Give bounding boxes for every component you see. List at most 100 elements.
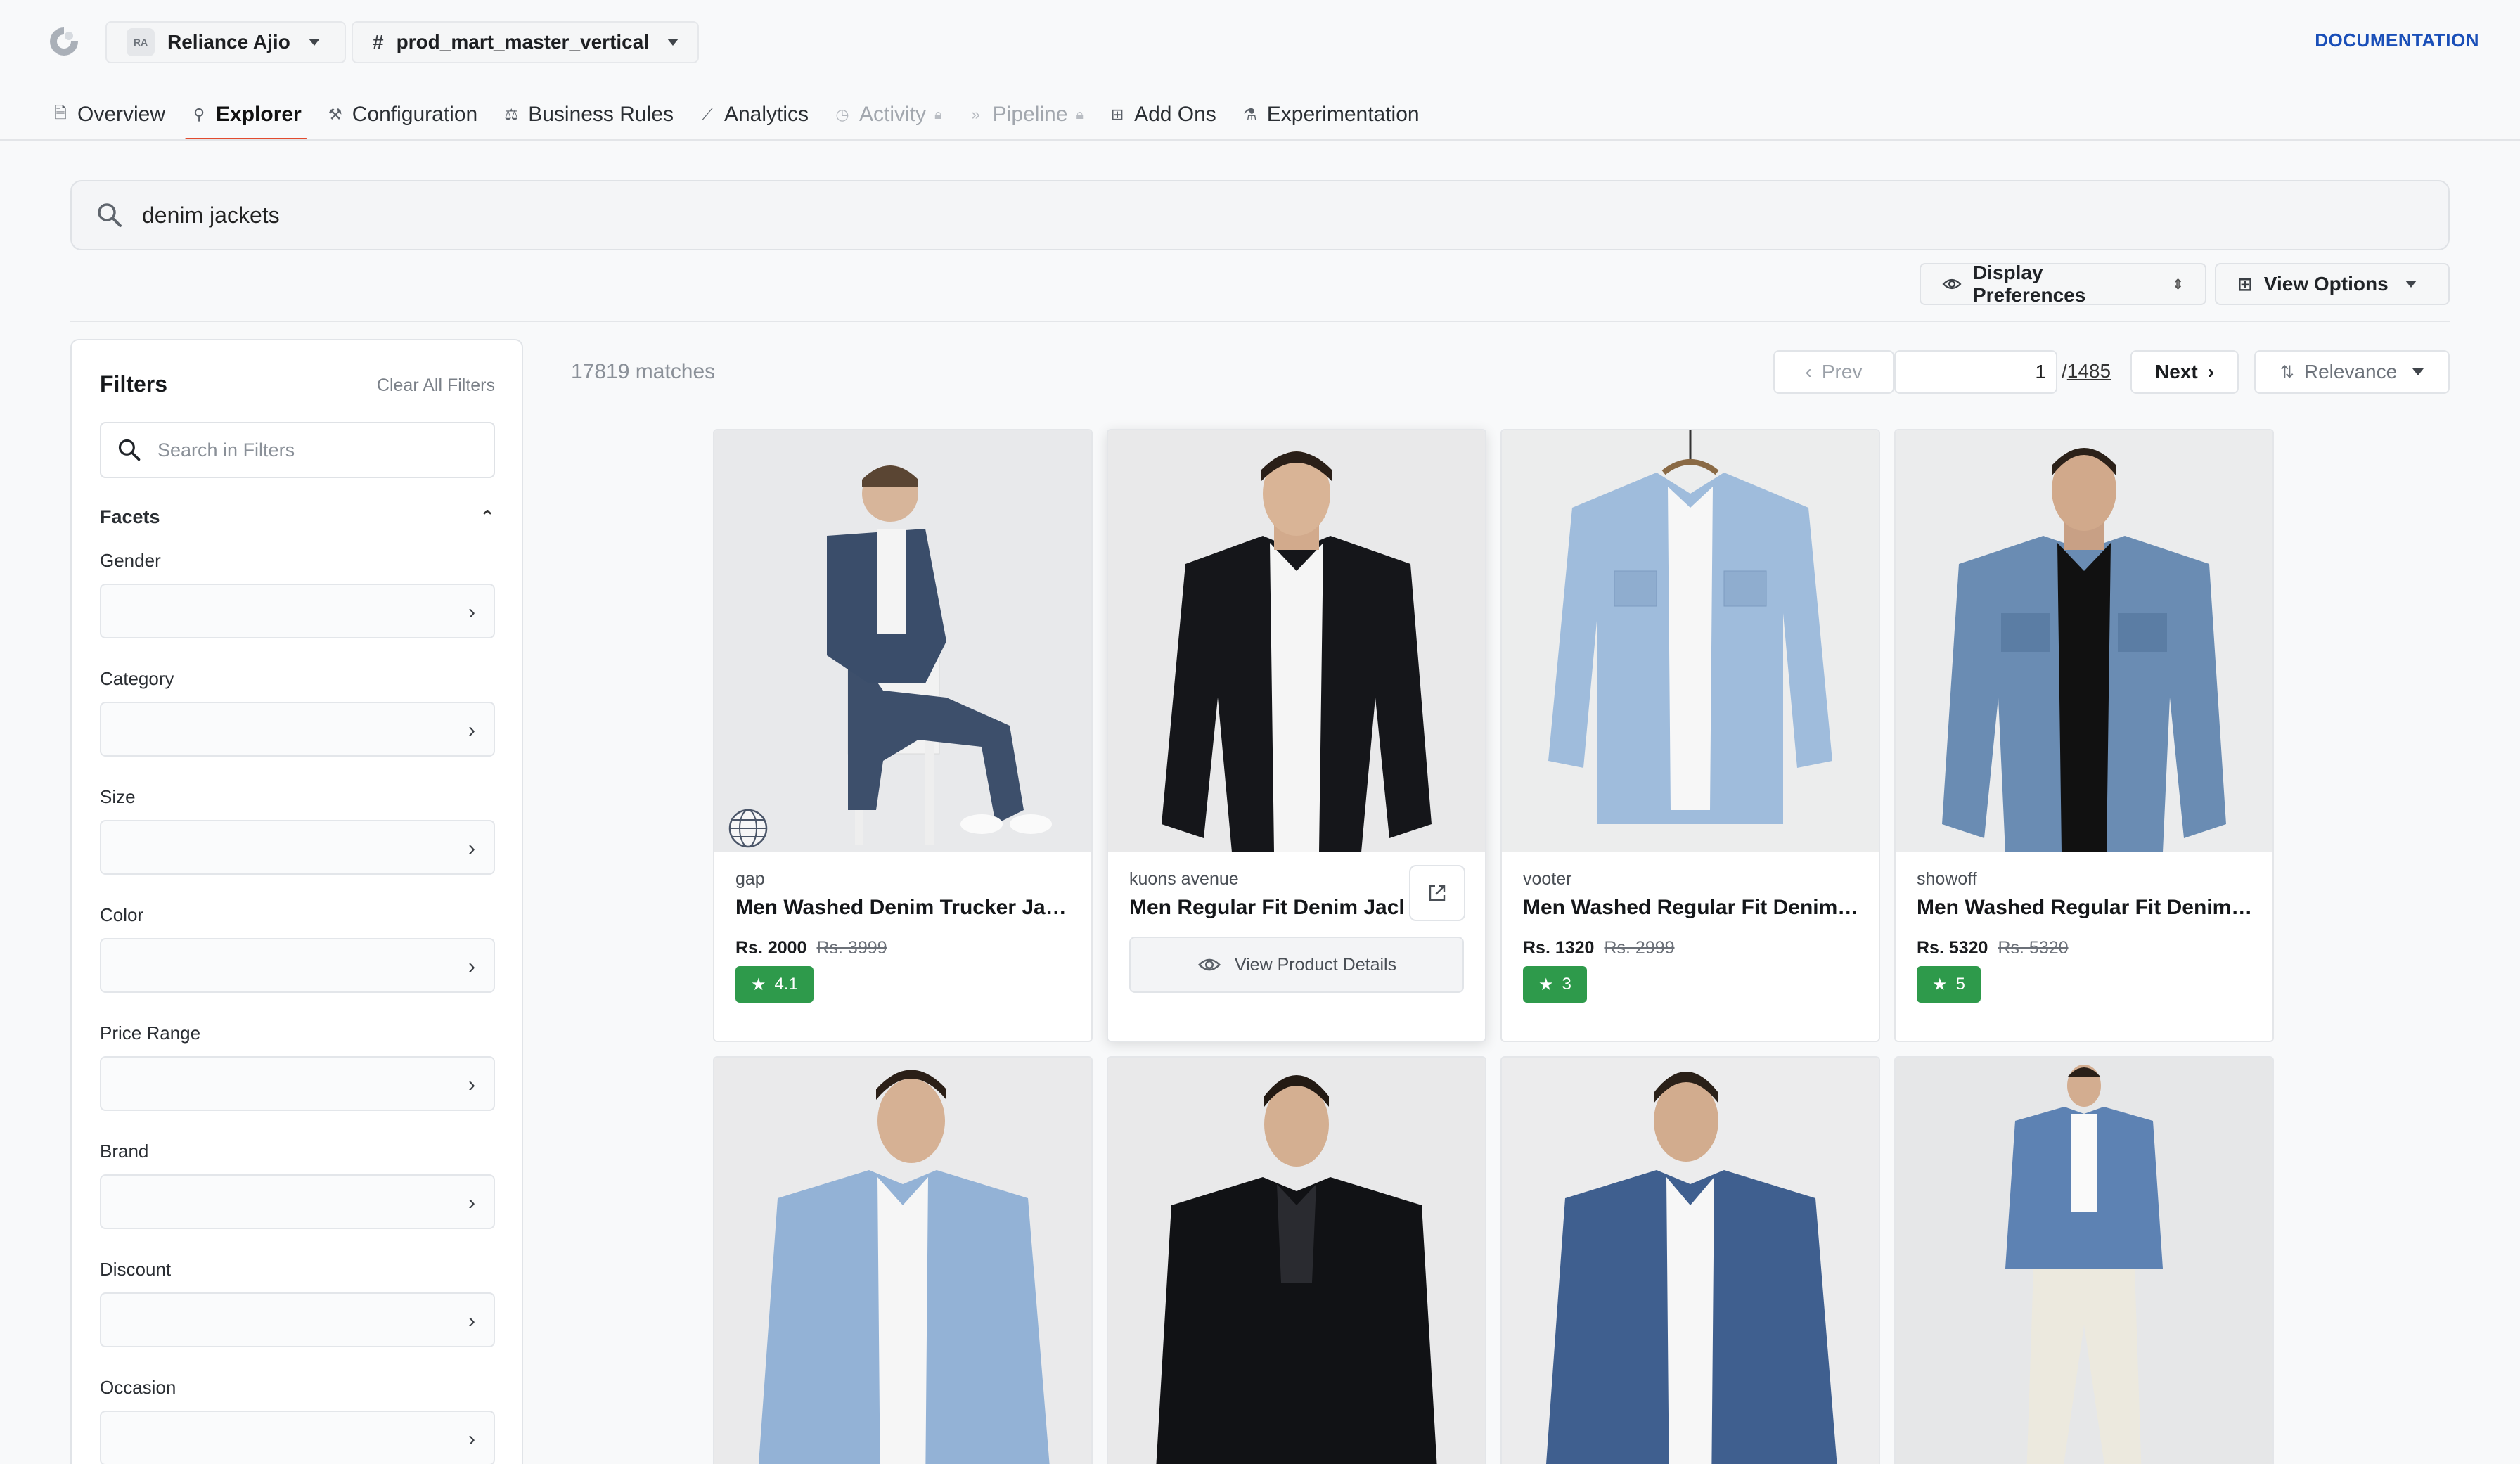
star-icon: ★ <box>1538 975 1554 994</box>
top-bar: RA Reliance Ajio # prod_mart_master_vert… <box>0 0 2520 84</box>
view-options-button[interactable]: ⊞ View Options <box>2215 263 2450 305</box>
tab-business-rules[interactable]: ⚖ Business Rules <box>490 90 686 139</box>
facet-select-size[interactable]: › <box>100 820 495 875</box>
product-card[interactable] <box>1500 1056 1880 1464</box>
product-mrp: Rs. 2999 <box>1604 938 1675 958</box>
app-logo[interactable] <box>48 25 80 58</box>
facet-select-brand[interactable]: › <box>100 1174 495 1229</box>
product-image[interactable] <box>714 1058 1091 1464</box>
double-chevron-icon: » <box>971 105 980 123</box>
tab-analytics[interactable]: ⟋ Analytics <box>686 90 821 139</box>
facet-label-category: Category <box>100 668 174 689</box>
product-card[interactable]: showoff Men Washed Regular Fit Denim Jac… <box>1894 429 2274 1042</box>
product-price: Rs. 1320 <box>1523 938 1595 958</box>
product-mrp: Rs. 3999 <box>816 938 887 958</box>
org-name: Reliance Ajio <box>167 31 290 53</box>
search-bar[interactable] <box>70 180 2450 250</box>
page-number-input[interactable]: 1 <box>1894 350 2057 394</box>
tab-label: Add Ons <box>1134 103 1216 126</box>
filter-search-box[interactable] <box>100 422 495 478</box>
product-name[interactable]: Men Regular Fit Denim Jacket <box>1129 896 1403 920</box>
product-image[interactable] <box>1108 430 1485 852</box>
product-card[interactable] <box>713 1056 1093 1464</box>
next-page-button[interactable]: Next › <box>2130 350 2239 394</box>
facet-select-price-range[interactable]: › <box>100 1056 495 1111</box>
facet-select-color[interactable]: › <box>100 938 495 993</box>
product-price: Rs. 2000 <box>735 938 807 958</box>
index-selector[interactable]: # prod_mart_master_vertical <box>352 21 699 63</box>
tab-activity[interactable]: ◷ Activity 🔒︎ <box>821 90 955 139</box>
total-pages-link[interactable]: 1485 <box>2067 360 2111 382</box>
document-icon: 🗎 <box>54 104 67 122</box>
tab-explorer[interactable]: ⚲ Explorer <box>178 90 314 141</box>
filter-search-input[interactable] <box>158 439 467 461</box>
facets-header[interactable]: Facets ⌃ <box>100 506 495 528</box>
product-name[interactable]: Men Washed Regular Fit Denim Jacket <box>1523 896 1860 920</box>
clear-all-filters-link[interactable]: Clear All Filters <box>377 375 495 396</box>
search-icon <box>118 439 141 461</box>
facet-select-discount[interactable]: › <box>100 1292 495 1347</box>
product-image[interactable] <box>1108 1058 1485 1464</box>
facet-select-category[interactable]: › <box>100 702 495 757</box>
chevron-left-icon: ‹ <box>1805 361 1812 383</box>
product-image[interactable] <box>1896 1058 2272 1464</box>
product-brand: kuons avenue <box>1129 869 1239 889</box>
facet-label-price-range: Price Range <box>100 1022 201 1044</box>
display-preferences-button[interactable]: Display Preferences ⇕ <box>1920 262 2206 306</box>
chevron-down-icon <box>2405 281 2417 288</box>
product-card[interactable]: gap Men Washed Denim Trucker Jacket Rs. … <box>713 429 1093 1042</box>
product-price: Rs. 5320 <box>1917 938 1988 958</box>
rating-value: 4.1 <box>774 975 798 994</box>
sort-icon: ⇅ <box>2280 362 2294 382</box>
star-icon: ★ <box>751 975 766 994</box>
lock-icon: 🔒︎ <box>934 106 942 122</box>
product-card[interactable]: vooter Men Washed Regular Fit Denim Jack… <box>1500 429 1880 1042</box>
organization-selector[interactable]: RA Reliance Ajio <box>105 21 346 63</box>
product-name[interactable]: Men Washed Denim Trucker Jacket <box>735 896 1073 920</box>
chevron-right-icon: › <box>468 601 475 624</box>
documentation-link[interactable]: DOCUMENTATION <box>2315 30 2479 51</box>
globe-icon[interactable] <box>727 807 769 849</box>
tab-label: Analytics <box>724 103 809 126</box>
facet-select-gender[interactable]: › <box>100 584 495 638</box>
tab-label: Experimentation <box>1266 103 1420 126</box>
product-brand: vooter <box>1523 869 1572 889</box>
chevron-right-icon: › <box>468 837 475 860</box>
match-count: 17819 matches <box>571 360 716 383</box>
tab-pipeline[interactable]: » Pipeline 🔒︎ <box>955 90 1096 139</box>
product-image[interactable] <box>1502 430 1879 852</box>
product-card[interactable] <box>1894 1056 2274 1464</box>
product-image[interactable] <box>1502 1058 1879 1464</box>
open-external-button[interactable] <box>1409 865 1465 921</box>
chevron-right-icon: › <box>468 1309 475 1333</box>
prev-page-button[interactable]: ‹ Prev <box>1773 350 1894 394</box>
toolbar-divider <box>70 321 2450 322</box>
facet-label-size: Size <box>100 786 136 807</box>
product-card[interactable]: kuons avenue Men Regular Fit Denim Jacke… <box>1107 429 1486 1042</box>
tab-overview[interactable]: 🗎 Overview <box>39 90 178 139</box>
view-product-details-label: View Product Details <box>1234 954 1397 975</box>
gavel-icon: ⚖ <box>504 105 519 123</box>
product-name[interactable]: Men Washed Regular Fit Denim Jacket <box>1917 896 2254 920</box>
chevron-up-icon: ⌃ <box>480 506 495 527</box>
chevron-updown-icon: ⇕ <box>2172 276 2184 293</box>
search-input[interactable] <box>142 202 2251 229</box>
facet-select-occasion[interactable]: › <box>100 1411 495 1464</box>
eye-icon <box>1942 278 1962 290</box>
product-price-block: Rs. 5320 Rs. 5320 <box>1917 938 2069 958</box>
next-label: Next <box>2154 361 2198 383</box>
chevron-right-icon: › <box>468 1427 475 1451</box>
product-image[interactable] <box>1896 430 2272 852</box>
tab-label: Business Rules <box>528 103 674 126</box>
view-product-details-button[interactable]: View Product Details <box>1129 937 1464 993</box>
sort-select[interactable]: ⇅ Relevance <box>2254 350 2450 394</box>
chevron-right-icon: › <box>2207 361 2215 383</box>
tab-experimentation[interactable]: ⚗ Experimentation <box>1229 90 1432 139</box>
tab-configuration[interactable]: ⚒ Configuration <box>314 90 490 139</box>
product-image[interactable] <box>714 430 1091 852</box>
product-card[interactable] <box>1107 1056 1486 1464</box>
trend-icon: ⟋ <box>702 105 713 123</box>
star-icon: ★ <box>1932 975 1948 994</box>
sort-label: Relevance <box>2303 361 2398 383</box>
tab-add-ons[interactable]: ⊞ Add Ons <box>1096 90 1229 139</box>
